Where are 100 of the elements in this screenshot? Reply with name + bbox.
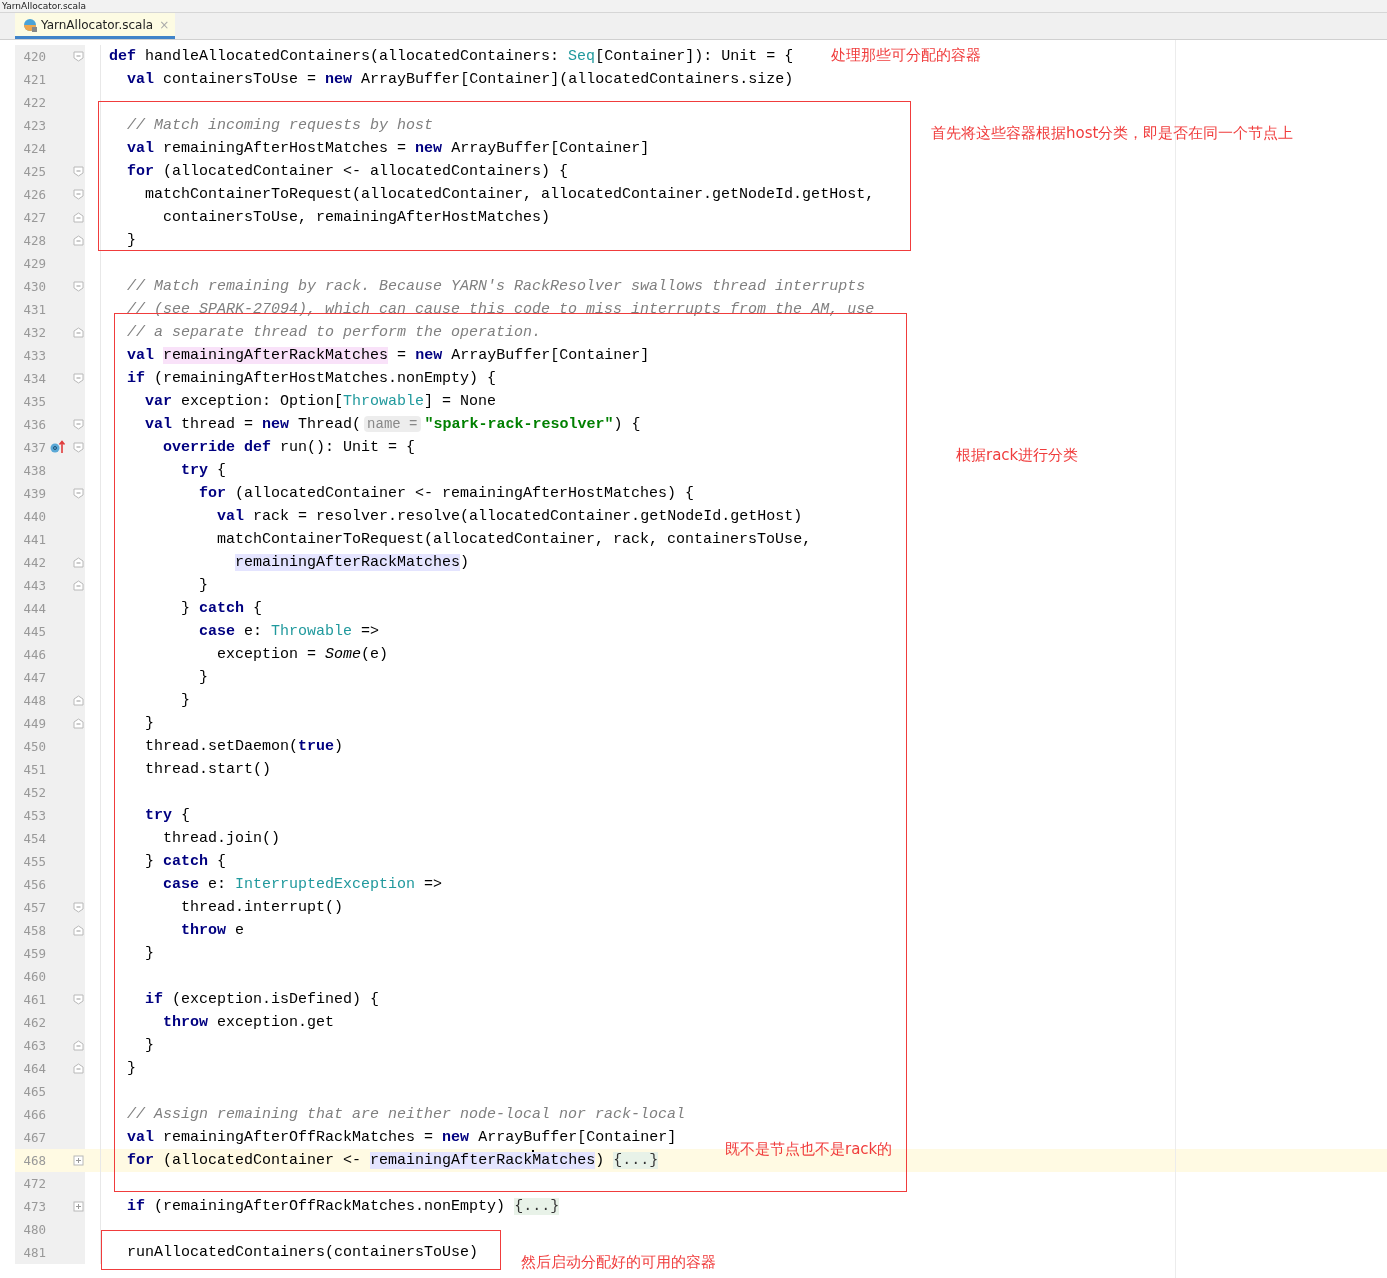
fold-icon: [72, 50, 84, 62]
fold-icon: [72, 579, 84, 591]
line-number: 480: [22, 1221, 46, 1237]
code-text: }: [127, 1059, 137, 1077]
file-type-icon: [23, 17, 37, 32]
line-number: 457: [22, 899, 46, 915]
code-text: }: [181, 691, 191, 709]
line-number: 435: [22, 393, 46, 409]
line-number: 429: [22, 255, 46, 271]
file-tab[interactable]: YarnAllocator.scala ×: [15, 13, 176, 39]
keyword: if: [145, 990, 164, 1008]
highlighted-identifier: remainingAfterRackMatches: [163, 346, 389, 364]
fold-icon: [72, 441, 84, 453]
keyword: override def: [163, 438, 272, 456]
line-number: 453: [22, 807, 46, 823]
string-literal: "spark-rack-resolver": [424, 415, 614, 433]
line-number: 422: [22, 94, 46, 110]
annotation-note: 既不是节点也不是rack的: [725, 1139, 893, 1160]
code-text: ArrayBuffer[Container]: [478, 1128, 677, 1146]
line-number: 454: [22, 830, 46, 846]
line-number: 468: [22, 1152, 46, 1168]
highlighted-identifier: remainingAfterRack: [370, 1151, 533, 1169]
keyword: val: [127, 70, 155, 88]
line-number: 451: [22, 761, 46, 777]
keyword: for: [127, 1151, 155, 1169]
code-text: (allocatedContainer <- allocatedContainers) {: [163, 162, 569, 180]
line-number: 438: [22, 462, 46, 478]
code-text: (allocatedContainer <- remainingAfterHostMatches) {: [235, 484, 695, 502]
code-text: ): [460, 553, 470, 571]
keyword: try: [181, 461, 209, 479]
line-number: 426: [22, 186, 46, 202]
code-text: e:: [244, 622, 264, 640]
code-text: matchContainerToRequest(allocatedContainer, rack, containersToUse,: [217, 530, 812, 548]
line-number: 452: [22, 784, 46, 800]
fold-icon: [72, 1062, 84, 1074]
code-text: =>: [424, 875, 443, 893]
code-text: exception: Option[: [181, 392, 344, 410]
code-text: remainingAfterOffRackMatches =: [163, 1128, 435, 1146]
code-text: ): [595, 1151, 605, 1169]
fold-icon: [72, 717, 84, 729]
fold-icon: [72, 901, 84, 913]
fold-icon: [72, 234, 84, 246]
line-number: 481: [22, 1244, 46, 1260]
code-comment: // Match incoming requests by host: [127, 116, 434, 134]
code-text: }: [181, 599, 191, 617]
line-number: 447: [22, 669, 46, 685]
code-text: ) {: [613, 415, 641, 433]
line-number: 428: [22, 232, 46, 248]
keyword: case: [199, 622, 236, 640]
code-text: containersToUse, remainingAfterHostMatches): [163, 208, 551, 226]
fold-icon: [72, 487, 84, 499]
line-number: 467: [22, 1129, 46, 1145]
highlighted-identifier: remainingAfterRackMatches: [235, 553, 461, 571]
type-name: InterruptedException: [235, 875, 416, 893]
code-text: (remainingAfterOffRackMatches.nonEmpty): [154, 1197, 506, 1215]
code-text: Some: [325, 645, 362, 663]
fold-icon: [72, 993, 84, 1005]
code-text: ArrayBuffer[Container]: [451, 346, 650, 364]
code-text: }: [199, 668, 209, 686]
keyword: try: [145, 806, 173, 824]
code-text: ): [334, 737, 344, 755]
expand-icon: [72, 1154, 84, 1166]
code-text: containersToUse =: [163, 70, 318, 88]
keyword: val: [127, 1128, 155, 1146]
code-text: }: [145, 1036, 155, 1054]
line-number: 461: [22, 991, 46, 1007]
window-title: YarnAllocator.scala: [2, 0, 87, 12]
keyword: case: [163, 875, 200, 893]
fold-icon: [72, 1039, 84, 1051]
line-number: 439: [22, 485, 46, 501]
code-text: }: [145, 944, 155, 962]
code-text: remainingAfterHostMatches =: [163, 139, 408, 157]
line-number: 420: [22, 48, 46, 64]
code-text: e: [235, 921, 245, 939]
line-number: 460: [22, 968, 46, 984]
code-text: runAllocatedContainers(containersToUse): [127, 1243, 479, 1261]
line-number: 446: [22, 646, 46, 662]
keyword: if: [127, 369, 146, 387]
line-number: 445: [22, 623, 46, 639]
fold-icon: [72, 211, 84, 223]
line-number: 440: [22, 508, 46, 524]
keyword: var: [145, 392, 173, 410]
line-number: 466: [22, 1106, 46, 1122]
line-number: 432: [22, 324, 46, 340]
keyword: catch: [163, 852, 209, 870]
code-text: exception =: [217, 645, 318, 663]
fold-icon: [72, 418, 84, 430]
line-number: 424: [22, 140, 46, 156]
line-number: 421: [22, 71, 46, 87]
fold-icon: [72, 924, 84, 936]
code-text: [Container]): Unit = {: [595, 47, 794, 65]
annotation-note: 根据rack进行分类: [956, 444, 1079, 465]
code-text: }: [145, 852, 155, 870]
code-text: {: [253, 599, 263, 617]
fold-icon: [72, 326, 84, 338]
line-number: 449: [22, 715, 46, 731]
type-name: Throwable: [271, 622, 353, 640]
keyword: if: [127, 1197, 146, 1215]
fold-icon: [72, 372, 84, 384]
code-text: e:: [208, 875, 228, 893]
